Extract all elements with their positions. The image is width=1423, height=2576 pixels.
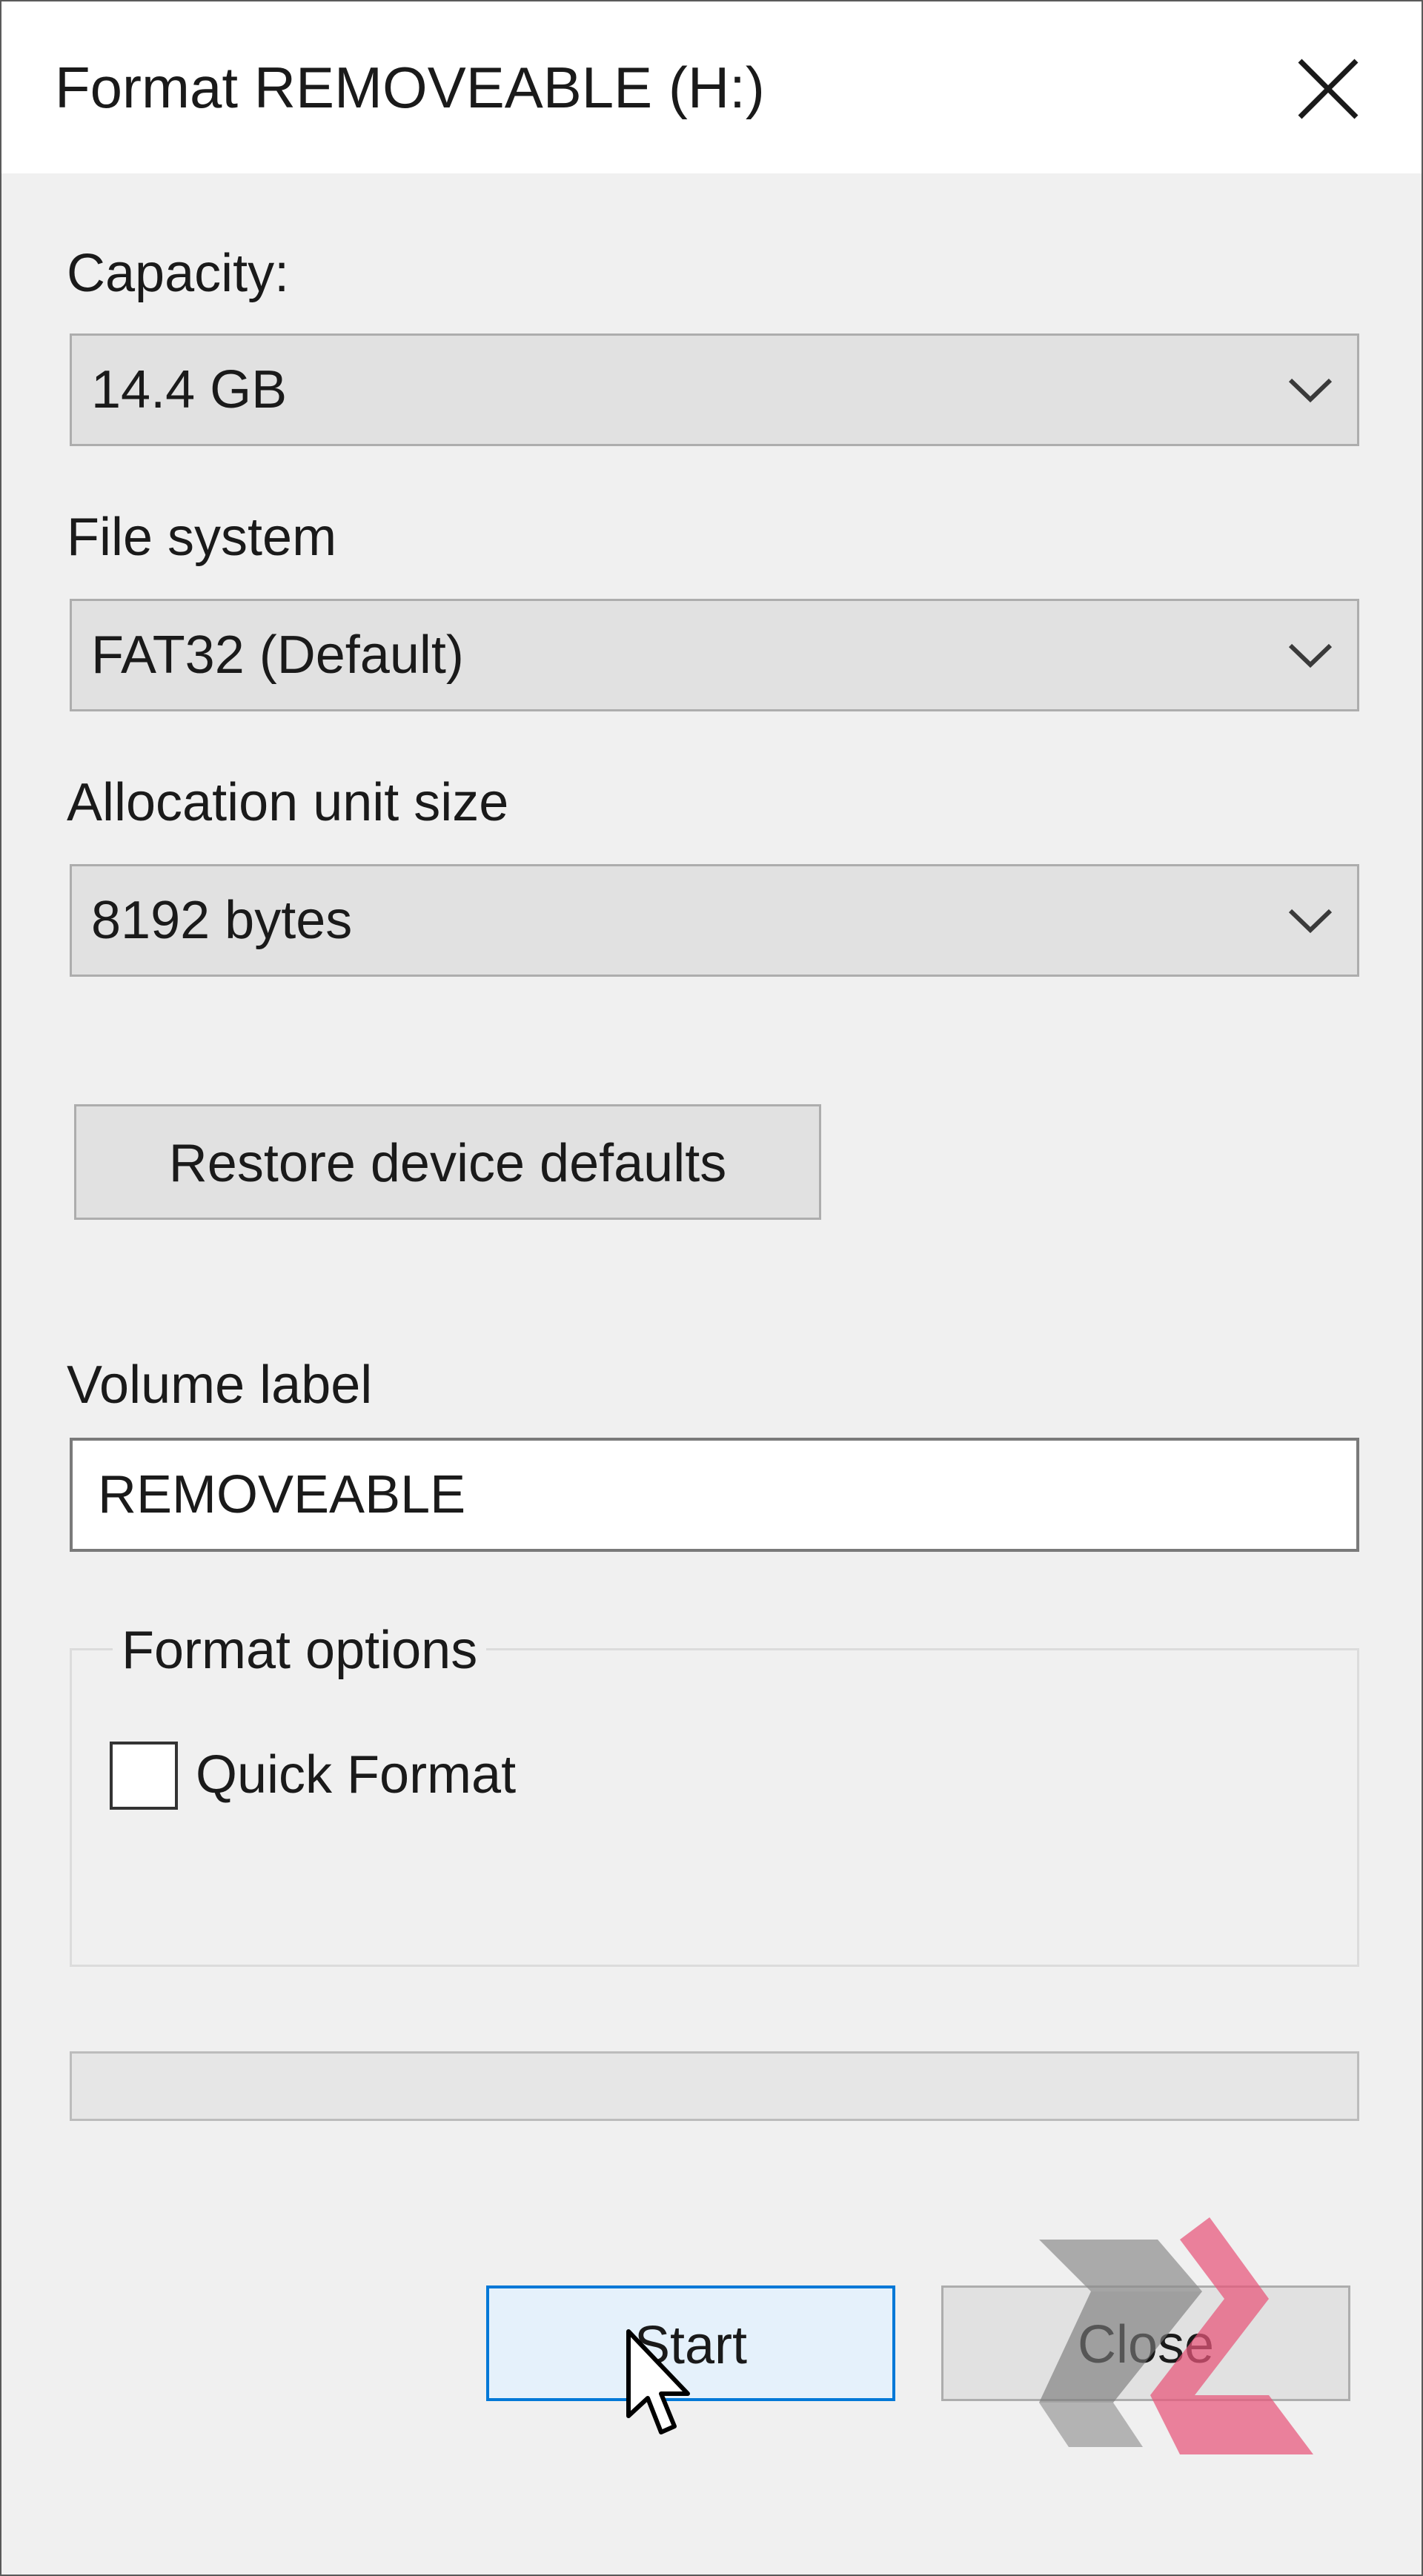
quick-format-checkbox[interactable] [110,1742,178,1810]
allocation-label: Allocation unit size [67,773,509,832]
restore-defaults-button[interactable]: Restore device defaults [74,1104,821,1220]
file-system-dropdown[interactable]: FAT32 (Default) [70,599,1359,711]
volume-label-caption: Volume label [67,1355,373,1415]
capacity-label: Capacity: [67,244,290,303]
volume-label-field[interactable] [70,1438,1359,1552]
allocation-value: 8192 bytes [91,891,353,950]
logo-watermark [1039,2217,1313,2454]
capacity-value: 14.4 GB [91,360,288,419]
title-bar: Format REMOVEABLE (H:) [1,1,1422,173]
chevron-down-icon [1288,643,1333,668]
restore-defaults-label: Restore device defaults [168,1134,727,1193]
file-system-label: File system [67,508,337,567]
chevron-down-icon [1288,909,1333,934]
chevron-down-icon [1288,378,1333,403]
close-icon[interactable] [1291,52,1365,126]
quick-format-label[interactable]: Quick Format [196,1742,516,1808]
mouse-pointer-icon [626,2329,690,2434]
window-title: Format REMOVEABLE (H:) [55,55,765,120]
file-system-value: FAT32 (Default) [91,625,464,685]
format-dialog: Format REMOVEABLE (H:) Capacity: 14.4 GB… [0,0,1423,2576]
allocation-dropdown[interactable]: 8192 bytes [70,864,1359,977]
format-progress-bar [70,2051,1359,2121]
format-options-legend: Format options [113,1617,487,1684]
capacity-dropdown[interactable]: 14.4 GB [70,333,1359,446]
volume-label-input[interactable] [98,1461,1284,1528]
